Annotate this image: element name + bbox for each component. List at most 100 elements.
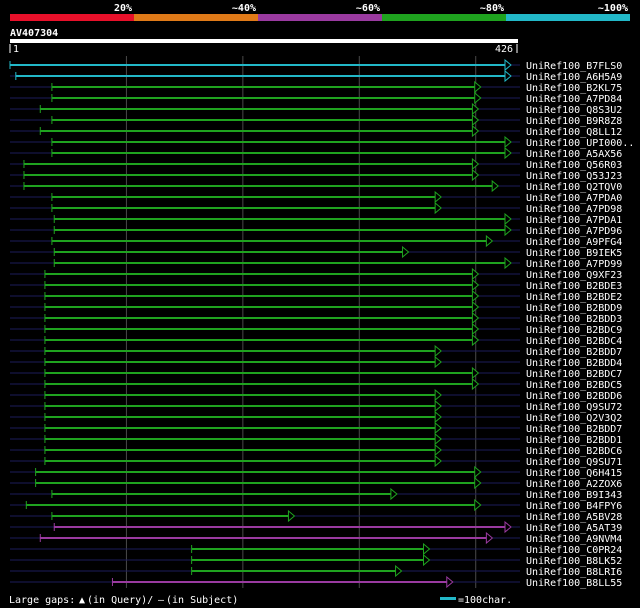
hit-label[interactable]: UniRef100_B9I343 bbox=[526, 490, 622, 501]
hit-label[interactable]: UniRef100_A7PD84 bbox=[526, 94, 622, 105]
hit-label[interactable]: UniRef100_Q9XF23 bbox=[526, 270, 622, 281]
hit-bar[interactable] bbox=[44, 328, 474, 330]
hit-label[interactable]: UniRef100_B2BDC4 bbox=[526, 336, 622, 347]
hit-bar[interactable] bbox=[54, 251, 404, 253]
hit-bar[interactable] bbox=[44, 350, 437, 352]
hit-label[interactable]: UniRef100_B2BDD7 bbox=[526, 424, 622, 435]
hit-bar[interactable] bbox=[44, 317, 474, 319]
hit-label[interactable]: UniRef100_B2BDD6 bbox=[526, 391, 622, 402]
footer-subject-gap-text: (in Subject) bbox=[166, 595, 238, 606]
hit-label[interactable]: UniRef100_A5AX56 bbox=[526, 149, 622, 160]
hit-label[interactable]: UniRef100_B7FLS0 bbox=[526, 61, 622, 72]
hit-label[interactable]: UniRef100_B2BDC5 bbox=[526, 380, 622, 391]
hit-bar[interactable] bbox=[15, 75, 507, 77]
hit-label[interactable]: UniRef100_C0PR24 bbox=[526, 545, 622, 556]
query-start-label: 1 bbox=[13, 44, 19, 55]
hit-bar[interactable] bbox=[44, 372, 474, 374]
hit-label[interactable]: UniRef100_UPI000.. bbox=[526, 138, 634, 149]
hit-label[interactable]: UniRef100_Q8LL12 bbox=[526, 127, 622, 138]
hit-bar[interactable] bbox=[191, 548, 425, 550]
hit-bar[interactable] bbox=[51, 196, 437, 198]
hit-bar[interactable] bbox=[23, 163, 474, 165]
hit-label[interactable]: UniRef100_B2KL75 bbox=[526, 83, 622, 94]
hit-label[interactable]: UniRef100_A7PD96 bbox=[526, 226, 622, 237]
hit-bar[interactable] bbox=[40, 108, 474, 110]
hit-bar[interactable] bbox=[191, 559, 425, 561]
hit-bar[interactable] bbox=[35, 482, 476, 484]
hit-bar[interactable] bbox=[23, 185, 494, 187]
hit-bar[interactable] bbox=[44, 427, 437, 429]
hit-bar[interactable] bbox=[44, 394, 437, 396]
hit-bar[interactable] bbox=[44, 295, 474, 297]
hit-label[interactable]: UniRef100_B8LK52 bbox=[526, 556, 622, 567]
hit-label[interactable]: UniRef100_B2BDD3 bbox=[526, 314, 622, 325]
hit-bar[interactable] bbox=[40, 537, 488, 539]
hit-bar[interactable] bbox=[54, 262, 506, 264]
hit-label[interactable]: UniRef100_Q53J23 bbox=[526, 171, 622, 182]
hit-bar[interactable] bbox=[51, 207, 437, 209]
hit-bar[interactable] bbox=[44, 416, 437, 418]
hit-label[interactable]: UniRef100_Q6H415 bbox=[526, 468, 622, 479]
hit-bar[interactable] bbox=[44, 284, 474, 286]
hit-label[interactable]: UniRef100_B9R8Z8 bbox=[526, 116, 622, 127]
hit-label[interactable]: UniRef100_B8LL55 bbox=[526, 578, 622, 589]
hit-bar[interactable] bbox=[51, 97, 476, 99]
hit-bar[interactable] bbox=[10, 64, 506, 66]
hit-bar[interactable] bbox=[51, 240, 488, 242]
hit-bar[interactable] bbox=[54, 218, 506, 220]
hit-label[interactable]: UniRef100_B2BDE3 bbox=[526, 281, 622, 292]
hit-bar[interactable] bbox=[112, 581, 448, 583]
legend-band-label: ~100% bbox=[598, 3, 628, 14]
hit-label[interactable]: UniRef100_Q2V3Q2 bbox=[526, 413, 622, 424]
hit-label[interactable]: UniRef100_A5AT39 bbox=[526, 523, 622, 534]
hit-bar[interactable] bbox=[44, 405, 437, 407]
hit-bar[interactable] bbox=[44, 449, 437, 451]
hit-bar[interactable] bbox=[44, 339, 474, 341]
hit-label[interactable]: UniRef100_A9NVM4 bbox=[526, 534, 622, 545]
hit-label[interactable]: UniRef100_B8LRI6 bbox=[526, 567, 622, 578]
hit-bar[interactable] bbox=[51, 119, 474, 121]
hit-label[interactable]: UniRef100_Q2TQV0 bbox=[526, 182, 622, 193]
hit-label[interactable]: UniRef100_B2BDD7 bbox=[526, 347, 622, 358]
hit-label[interactable]: UniRef100_A6H5A9 bbox=[526, 72, 622, 83]
hit-bar[interactable] bbox=[51, 515, 290, 517]
hit-label[interactable]: UniRef100_A5BV28 bbox=[526, 512, 622, 523]
hit-bar[interactable] bbox=[51, 141, 506, 143]
hit-bar[interactable] bbox=[44, 273, 474, 275]
hit-bar[interactable] bbox=[51, 86, 476, 88]
hit-label[interactable]: UniRef100_B4FPY6 bbox=[526, 501, 622, 512]
hit-label[interactable]: UniRef100_A2ZOX6 bbox=[526, 479, 622, 490]
hit-label[interactable]: UniRef100_B2BDC6 bbox=[526, 446, 622, 457]
hit-bar[interactable] bbox=[44, 361, 437, 363]
hit-label[interactable]: UniRef100_B2BDC9 bbox=[526, 325, 622, 336]
hit-label[interactable]: UniRef100_A7PD99 bbox=[526, 259, 622, 270]
hit-label[interactable]: UniRef100_A9PFG4 bbox=[526, 237, 622, 248]
hit-bar[interactable] bbox=[26, 504, 476, 506]
hit-label[interactable]: UniRef100_Q9SU71 bbox=[526, 457, 622, 468]
hit-label[interactable]: UniRef100_B2BDC7 bbox=[526, 369, 622, 380]
hit-bar[interactable] bbox=[54, 229, 506, 231]
hit-bar[interactable] bbox=[54, 526, 506, 528]
hit-label[interactable]: UniRef100_B9IEK5 bbox=[526, 248, 622, 259]
hit-bar[interactable] bbox=[35, 471, 476, 473]
hit-bar[interactable] bbox=[44, 306, 474, 308]
hit-bar[interactable] bbox=[191, 570, 397, 572]
hit-label[interactable]: UniRef100_B2BDE2 bbox=[526, 292, 622, 303]
hit-bar[interactable] bbox=[44, 383, 474, 385]
hit-bar[interactable] bbox=[23, 174, 474, 176]
hit-label[interactable]: UniRef100_B2BDD4 bbox=[526, 358, 622, 369]
hit-label[interactable]: UniRef100_Q9SU72 bbox=[526, 402, 622, 413]
hit-label[interactable]: UniRef100_Q56R03 bbox=[526, 160, 622, 171]
hit-label[interactable]: UniRef100_A7PDA1 bbox=[526, 215, 622, 226]
hit-label[interactable]: UniRef100_B2BDD1 bbox=[526, 435, 622, 446]
hit-label[interactable]: UniRef100_A7PD98 bbox=[526, 204, 622, 215]
hit-bar[interactable] bbox=[51, 152, 506, 154]
hit-bar[interactable] bbox=[40, 130, 474, 132]
hit-bar[interactable] bbox=[44, 438, 437, 440]
hit-bar[interactable] bbox=[51, 493, 392, 495]
legend-band bbox=[10, 14, 134, 21]
hit-bar[interactable] bbox=[44, 460, 437, 462]
hit-label[interactable]: UniRef100_B2BDD9 bbox=[526, 303, 622, 314]
hit-label[interactable]: UniRef100_Q8S3U2 bbox=[526, 105, 622, 116]
hit-label[interactable]: UniRef100_A7PDA0 bbox=[526, 193, 622, 204]
